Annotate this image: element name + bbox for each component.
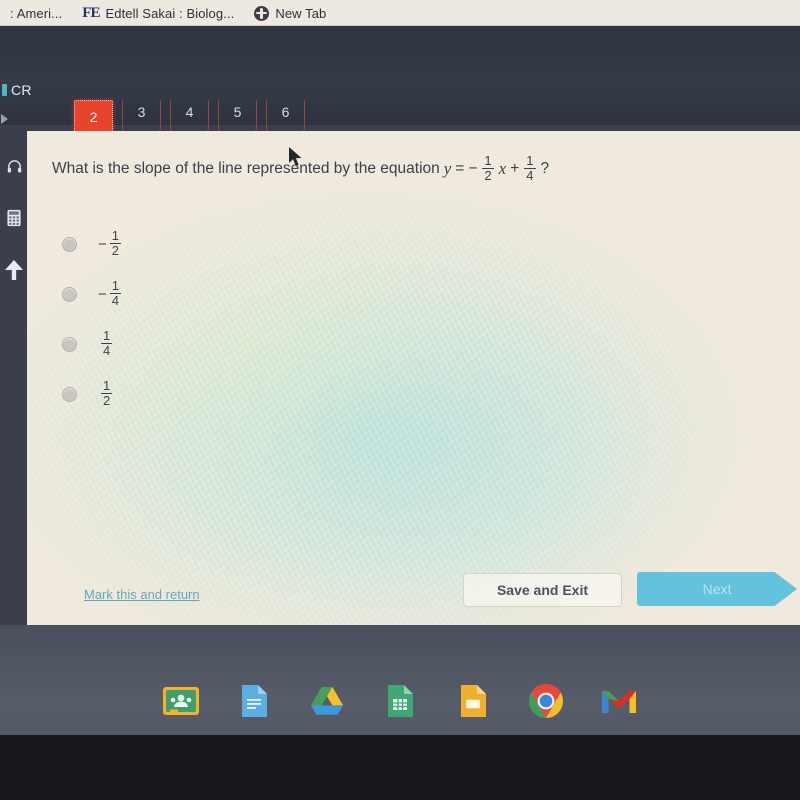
save-and-exit-button[interactable]: Save and Exit xyxy=(463,573,622,607)
question-prefix: What is the slope of the line represente… xyxy=(52,160,440,177)
sidebar-expand-icon[interactable] xyxy=(1,114,8,124)
equation-plus: + xyxy=(510,160,520,177)
equation-var-y: y xyxy=(443,159,452,178)
next-button[interactable]: Next xyxy=(637,572,797,606)
option-fraction: 1 4 xyxy=(109,278,121,308)
equation-var-x: x xyxy=(498,159,507,178)
fraction-numerator: 1 xyxy=(484,153,492,168)
fe-text-icon: FE xyxy=(82,4,100,21)
google-drive-icon[interactable] xyxy=(307,681,347,721)
fraction-numerator: 1 xyxy=(111,228,119,243)
google-sheets-icon[interactable] xyxy=(380,681,420,721)
tab-label: Edtell Sakai : Biolog... xyxy=(105,5,235,21)
fraction-denominator: 2 xyxy=(109,243,121,258)
fraction-numerator: 1 xyxy=(103,378,111,393)
fraction-numerator: 1 xyxy=(111,278,119,293)
fraction-numerator: 1 xyxy=(526,153,534,168)
fraction-denominator: 4 xyxy=(524,168,536,183)
tool-rail xyxy=(0,140,28,296)
arrow-up-icon[interactable] xyxy=(0,244,28,296)
tab-label: New Tab xyxy=(275,5,327,21)
fraction-denominator: 2 xyxy=(101,393,113,408)
radio-button[interactable] xyxy=(62,236,77,252)
question-tab-6[interactable]: 6 xyxy=(266,100,305,133)
option-sign: − xyxy=(98,285,107,303)
google-classroom-icon[interactable] xyxy=(161,681,201,721)
question-nav: 2 3 4 5 6 xyxy=(74,100,305,134)
equation-equals: = xyxy=(455,160,465,177)
radio-button[interactable] xyxy=(62,336,77,352)
fraction-denominator: 4 xyxy=(101,343,113,358)
option-fraction: 1 4 xyxy=(101,328,113,358)
globe-icon xyxy=(254,5,270,21)
option-c[interactable]: 1 4 xyxy=(62,319,122,369)
fraction-denominator: 4 xyxy=(109,293,121,308)
calculator-icon[interactable] xyxy=(0,192,28,244)
equation-coefficient-fraction: 1 2 xyxy=(482,153,494,183)
fraction-numerator: 1 xyxy=(103,328,111,343)
option-a[interactable]: − 1 2 xyxy=(62,219,122,269)
question-tab-2[interactable]: 2 xyxy=(74,100,113,134)
option-fraction: 1 2 xyxy=(109,228,121,258)
option-label: − 1 4 xyxy=(98,278,122,308)
question-tab-label: 4 xyxy=(185,104,194,120)
question-tab-label: 2 xyxy=(89,109,98,125)
question-suffix: ? xyxy=(540,160,550,177)
screen-bezel xyxy=(0,735,800,800)
question-tab-label: 5 xyxy=(233,104,242,120)
app-title-label: CR xyxy=(11,82,32,98)
taskbar xyxy=(0,672,800,730)
radio-button[interactable] xyxy=(62,286,77,302)
accent-mark-icon xyxy=(2,84,7,96)
screen-photo: : Ameri... FE Edtell Sakai : Biolog... N… xyxy=(0,0,800,800)
equation-constant-fraction: 1 4 xyxy=(524,153,536,183)
headphones-icon[interactable] xyxy=(0,140,28,192)
question-tab-3[interactable]: 3 xyxy=(122,100,161,133)
tab-american[interactable]: : Ameri... xyxy=(0,0,72,26)
question-tab-label: 3 xyxy=(137,104,146,120)
radio-button[interactable] xyxy=(62,386,77,402)
gmail-icon[interactable] xyxy=(599,681,639,721)
option-fraction: 1 2 xyxy=(101,378,113,408)
answer-options: − 1 2 − 1 4 1 4 1 2 xyxy=(62,219,122,419)
question-tab-4[interactable]: 4 xyxy=(170,100,209,133)
mark-this-and-return-link[interactable]: Mark this and return xyxy=(84,587,200,602)
option-d[interactable]: 1 2 xyxy=(62,369,122,419)
option-label: 1 2 xyxy=(98,378,113,408)
app-title: CR xyxy=(2,82,32,98)
google-chrome-icon[interactable] xyxy=(526,681,566,721)
fraction-denominator: 2 xyxy=(482,168,494,183)
tab-label: : Ameri... xyxy=(10,5,63,21)
equation-minus: − xyxy=(468,160,478,177)
question-tab-label: 6 xyxy=(281,104,290,120)
option-label: − 1 2 xyxy=(98,228,122,258)
option-sign: − xyxy=(98,235,107,253)
google-docs-icon[interactable] xyxy=(234,681,274,721)
option-b[interactable]: − 1 4 xyxy=(62,269,122,319)
google-slides-icon[interactable] xyxy=(453,681,493,721)
mouse-cursor-icon xyxy=(289,147,302,166)
browser-tab-strip: : Ameri... FE Edtell Sakai : Biolog... N… xyxy=(0,0,800,26)
tab-edtell-sakai[interactable]: FE Edtell Sakai : Biolog... xyxy=(72,0,244,26)
question-tab-5[interactable]: 5 xyxy=(218,100,257,133)
exam-content-panel: What is the slope of the line represente… xyxy=(27,131,800,625)
option-label: 1 4 xyxy=(98,328,113,358)
tab-new[interactable]: New Tab xyxy=(244,0,336,26)
app-chrome: CR 2 3 4 5 6 xyxy=(0,26,800,134)
